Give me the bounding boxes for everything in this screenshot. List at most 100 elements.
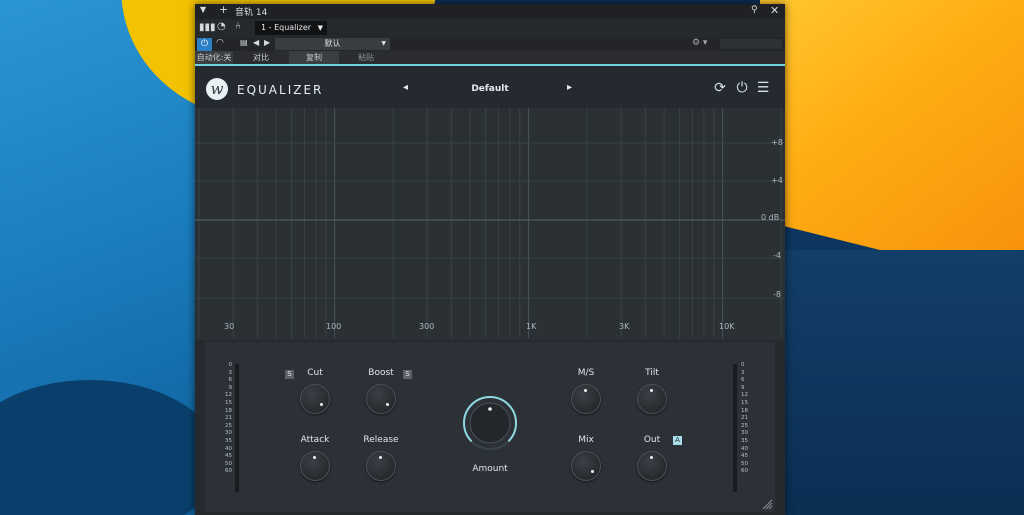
hz-label: 100 [326, 322, 342, 331]
disc-icon[interactable]: ◔ [217, 21, 226, 32]
meter-bar [235, 364, 239, 492]
gauge-icon[interactable]: ◠ [216, 38, 224, 48]
close-icon[interactable]: ✕ [770, 4, 779, 17]
meter-tick-label: 0 [741, 362, 745, 368]
mix-knob[interactable] [571, 451, 601, 481]
hz-label: 10K [719, 322, 735, 331]
gear-icon[interactable]: ⚙ ▾ [692, 38, 707, 48]
mix-label: Mix [578, 435, 594, 445]
hz-label: 1K [526, 322, 537, 331]
knob-indicator [650, 389, 653, 392]
equalizer-plugin: w EQUALIZER ◂ Default ▸ ⟳ ⏻ ☰ +8 +4 0 dB… [195, 64, 785, 515]
knob-indicator [386, 403, 389, 406]
ms-label: M/S [577, 368, 595, 378]
meter-tick-label: 0 [228, 362, 233, 368]
tab-copy[interactable]: 复制 [289, 51, 339, 64]
meter-tick-label: 50 [225, 460, 232, 467]
attack-knob[interactable] [300, 451, 330, 481]
tilt-knob[interactable] [637, 384, 667, 414]
tab-paste[interactable]: 粘贴 [343, 51, 389, 64]
boost-knob[interactable] [366, 384, 396, 414]
meter-tick-label: 9 [228, 384, 233, 391]
release-knob[interactable] [366, 451, 396, 481]
meter-tick-label: 18 [225, 407, 232, 414]
meter-tick-label: 3 [741, 369, 745, 376]
db-label: 0 dB [761, 213, 780, 222]
meter-tick-label: 12 [741, 392, 748, 399]
meter-tick-label: 30 [741, 430, 748, 437]
chevron-down-icon: ▼ [381, 40, 386, 47]
knob-indicator [591, 470, 594, 473]
refresh-icon[interactable]: ⟳ [712, 80, 728, 96]
host-preset-select[interactable]: 默认 ▼ [275, 38, 390, 50]
tab-compare[interactable]: 对比 [239, 51, 283, 64]
document-icon[interactable]: ▤ [240, 38, 248, 47]
knob-indicator [313, 456, 316, 459]
meter-scale: 0 3 6 9 12 15 18 21 25 30 35 40 45 50 60 [223, 362, 232, 476]
eq-graph[interactable]: +8 +4 0 dB -4 -8 30 100 300 1K 3K 10K [195, 108, 785, 340]
meter-tick-label: 35 [225, 437, 232, 444]
tilt-label: Tilt [645, 368, 659, 378]
meter-tick-label: 18 [741, 407, 748, 414]
menu-icon[interactable]: ☰ [755, 80, 771, 96]
host-title-bar: ▼ + 音轨 14 ⚲ ✕ [195, 3, 785, 19]
attack-label: Attack [300, 435, 330, 445]
next-arrow-icon[interactable]: ▶ [264, 38, 270, 47]
cut-knob[interactable] [300, 384, 330, 414]
bars-icon[interactable]: ▮▮▮ [199, 22, 216, 33]
hz-label: 300 [419, 322, 435, 331]
plugin-title: EQUALIZER [237, 83, 324, 97]
power-icon[interactable]: ⏻ [734, 80, 750, 96]
host-preset-value: 默认 [324, 39, 341, 48]
plugin-header: w EQUALIZER ◂ Default ▸ ⟳ ⏻ ☰ [195, 66, 785, 108]
cut-label: Cut [307, 368, 323, 378]
meter-tick-label: 60 [741, 468, 748, 475]
db-label: +4 [771, 176, 783, 185]
routing-icon[interactable]: ⑃ [235, 21, 241, 32]
meter-tick-label: 15 [741, 399, 748, 406]
host-blank-field [720, 39, 782, 49]
host-toolbar: ▮▮▮ ◔ ⑃ 1 - Equalizer ▼ [195, 19, 785, 38]
release-label: Release [363, 435, 399, 445]
meter-tick-label: 25 [225, 422, 232, 429]
amount-label: Amount [472, 464, 508, 474]
knob-indicator [584, 389, 587, 392]
amount-knob[interactable] [463, 396, 517, 450]
resize-grip-icon[interactable] [761, 498, 773, 510]
meter-scale: 0 3 6 9 12 15 18 21 25 30 35 40 45 50 60 [741, 362, 750, 476]
previous-preset-icon[interactable]: ◂ [403, 82, 408, 93]
track-select[interactable]: 1 - Equalizer ▼ [255, 21, 327, 35]
boost-solo-tag[interactable]: S [403, 370, 412, 379]
db-label: -4 [773, 251, 781, 260]
out-auto-tag[interactable]: A [673, 436, 682, 445]
out-knob[interactable] [637, 451, 667, 481]
preset-name[interactable]: Default [455, 84, 525, 94]
meter-tick-label: 60 [225, 468, 232, 475]
meter-tick-label: 6 [228, 377, 233, 384]
brand-logo-icon: w [206, 78, 228, 100]
meter-tick-label: 30 [225, 430, 232, 437]
ms-knob[interactable] [571, 384, 601, 414]
power-button[interactable]: ⏻ [197, 38, 212, 51]
next-preset-icon[interactable]: ▸ [567, 82, 572, 93]
hz-label: 30 [224, 322, 235, 331]
meter-tick-label: 50 [741, 460, 748, 467]
meter-tick-label: 40 [741, 445, 748, 452]
meter-tick-label: 3 [228, 369, 233, 376]
meter-tick-label: 21 [741, 415, 748, 422]
plugin-host-window: ▼ + 音轨 14 ⚲ ✕ ▮▮▮ ◔ ⑃ 1 - Equalizer ▼ ⏻ … [195, 3, 785, 515]
track-select-value: 1 - Equalizer [261, 23, 312, 32]
meter-bar [733, 364, 737, 492]
meter-tick-label: 21 [225, 415, 232, 422]
prev-arrow-icon[interactable]: ◀ [253, 38, 259, 47]
meter-tick-label: 25 [741, 422, 748, 429]
add-icon[interactable]: + [219, 3, 228, 16]
meter-tick-label: 35 [741, 437, 748, 444]
pin-icon[interactable]: ⚲ [751, 5, 758, 15]
knob-indicator [320, 403, 323, 406]
tab-automation[interactable]: 自动化:关 [195, 51, 233, 64]
db-label: -8 [773, 290, 781, 299]
meter-tick-label: 6 [741, 377, 745, 384]
dropdown-icon[interactable]: ▼ [200, 5, 206, 14]
knob-indicator [650, 456, 653, 459]
